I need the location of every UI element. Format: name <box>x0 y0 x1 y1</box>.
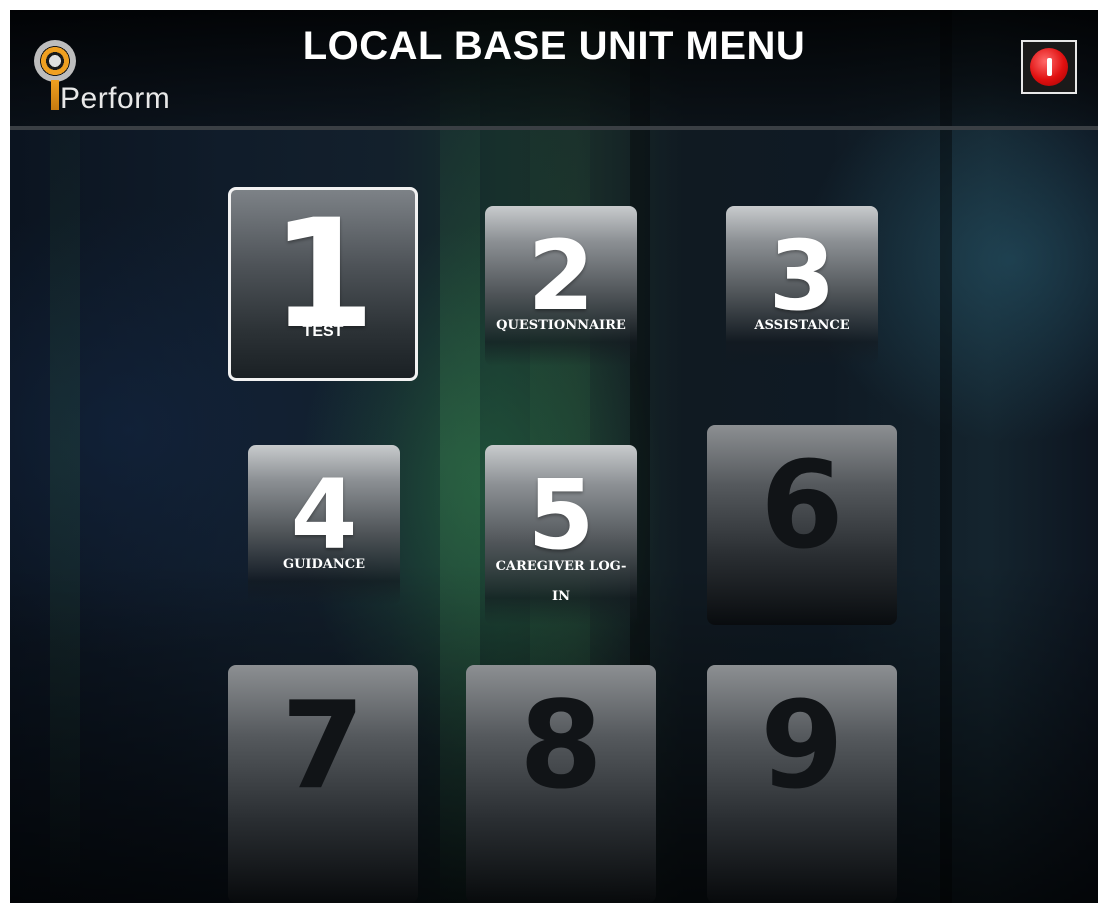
tile-number: 8 <box>519 677 603 816</box>
tile-label: GUIDANCE <box>282 557 366 572</box>
menu-tile-4-guidance[interactable]: 4 GUIDANCE <box>248 445 400 605</box>
menu-tile-1-test[interactable]: 1 TEST <box>228 187 418 381</box>
header-divider <box>10 126 1098 130</box>
menu-tile-3-assistance[interactable]: 3 ASSISTANCE <box>726 206 878 366</box>
tile-number: 7 <box>281 677 365 816</box>
background-streak <box>50 10 80 903</box>
header-bar: Perform LOCAL BASE UNIT MENU <box>10 10 1098 128</box>
tile-label: TEST <box>302 323 344 340</box>
logo-text: Perform <box>60 82 171 115</box>
logo-stem-icon <box>51 80 59 110</box>
menu-tile-8: 8 <box>466 665 656 903</box>
tile-label: ASSISTANCE <box>754 318 850 333</box>
menu-tile-5-caregiver-login[interactable]: 5 CAREGIVER LOG- IN <box>485 445 637 625</box>
tile-number: 3 <box>768 220 836 332</box>
menu-tile-2-questionnaire[interactable]: 2 QUESTIONNAIRE <box>485 206 637 366</box>
tile-label: CAREGIVER LOG- <box>495 559 627 574</box>
tile-number: 9 <box>760 677 844 816</box>
menu-tile-6: 6 <box>707 425 897 625</box>
power-button[interactable] <box>1021 40 1077 94</box>
tile-label-line2: IN <box>552 589 570 604</box>
menu-screen: Perform LOCAL BASE UNIT MENU 1 TEST 2 QU… <box>10 10 1098 903</box>
tile-number: 2 <box>527 220 595 332</box>
tile-label: QUESTIONNAIRE <box>496 318 626 333</box>
page-title: LOCAL BASE UNIT MENU <box>302 24 806 68</box>
power-icon <box>1030 48 1068 86</box>
background-streak <box>940 10 952 903</box>
tile-number: 6 <box>760 437 844 576</box>
menu-tile-7: 7 <box>228 665 418 903</box>
menu-tile-9: 9 <box>707 665 897 903</box>
tile-number: 5 <box>527 459 595 571</box>
tile-number: 4 <box>290 459 358 571</box>
